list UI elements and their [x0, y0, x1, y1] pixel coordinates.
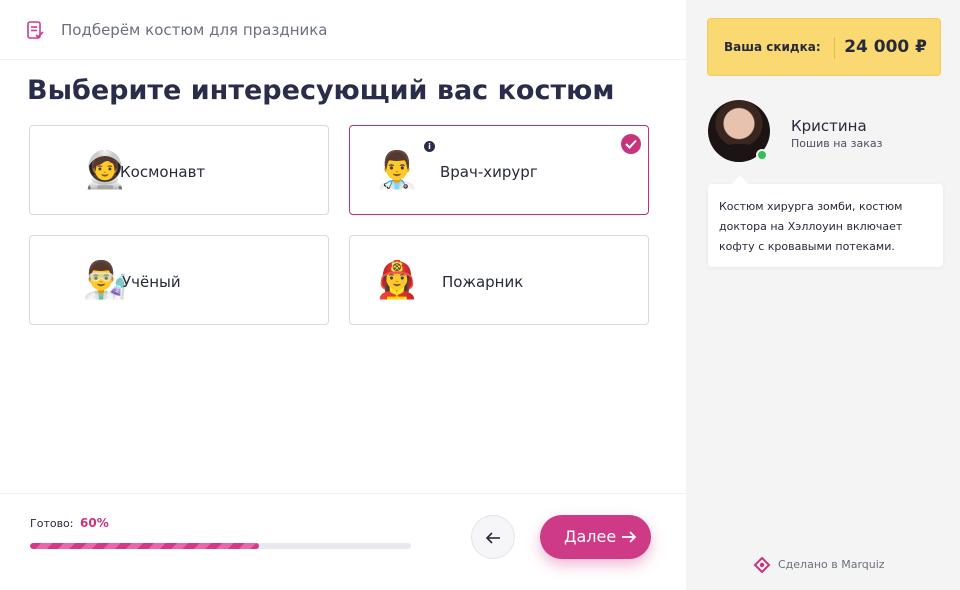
online-status-icon: [756, 149, 768, 161]
option-cosmonaut[interactable]: 🧑‍🚀 Космонавт: [29, 125, 329, 215]
made-in-label: Сделано в Marquiz: [778, 558, 885, 571]
progress-value: 60%: [80, 516, 109, 530]
discount-divider: [834, 37, 835, 59]
option-label: Врач-хирург: [440, 163, 538, 181]
discount-label: Ваша скидка:: [724, 40, 821, 54]
option-scientist[interactable]: 👨‍🔬 Учёный: [29, 235, 329, 325]
sidebar: Ваша скидка: 24 000 ₽ Кристина Пошив на …: [686, 0, 960, 590]
progress-caption: Готово:: [30, 517, 74, 530]
next-button[interactable]: Далее: [540, 515, 651, 559]
back-button[interactable]: [471, 515, 515, 559]
option-surgeon[interactable]: 👨‍⚕️ i Врач-хирург: [349, 125, 649, 215]
progress-fill: [30, 543, 259, 549]
discount-box: Ваша скидка: 24 000 ₽: [707, 18, 941, 76]
doctor-icon: 👨‍⚕️: [374, 150, 420, 191]
question-title: Выберите интересующий вас костюм: [27, 75, 615, 106]
option-label: Учёный: [122, 273, 181, 291]
info-icon[interactable]: i: [424, 141, 435, 152]
arrow-right-icon: [622, 531, 637, 543]
consultant-name: Кристина: [791, 117, 867, 135]
option-firefighter[interactable]: 👩‍🚒 Пожарник: [349, 235, 649, 325]
next-button-label: Далее: [564, 527, 617, 546]
checklist-doc-icon: [27, 21, 44, 40]
progress-bar: [30, 543, 411, 549]
firefighter-icon: 👩‍🚒: [374, 260, 420, 301]
option-label: Пожарник: [442, 273, 524, 291]
option-label: Космонавт: [120, 163, 206, 181]
discount-value: 24 000 ₽: [844, 37, 927, 57]
consultant-message: Костюм хирурга зомби, костюм доктора на …: [719, 200, 903, 253]
quiz-header: Подберём костюм для праздника: [0, 0, 686, 60]
quiz-main-panel: Подберём костюм для праздника Выберите и…: [0, 0, 686, 590]
selected-check-icon: [621, 134, 641, 154]
marquiz-logo-icon: [753, 557, 771, 573]
consultant-role: Пошив на заказ: [791, 137, 883, 150]
consultant-message-bubble: Костюм хирурга зомби, костюм доктора на …: [708, 175, 943, 267]
arrow-left-icon: [485, 532, 500, 544]
quiz-title: Подберём костюм для праздника: [61, 21, 328, 39]
quiz-footer: Готово: 60% Далее: [0, 493, 686, 590]
